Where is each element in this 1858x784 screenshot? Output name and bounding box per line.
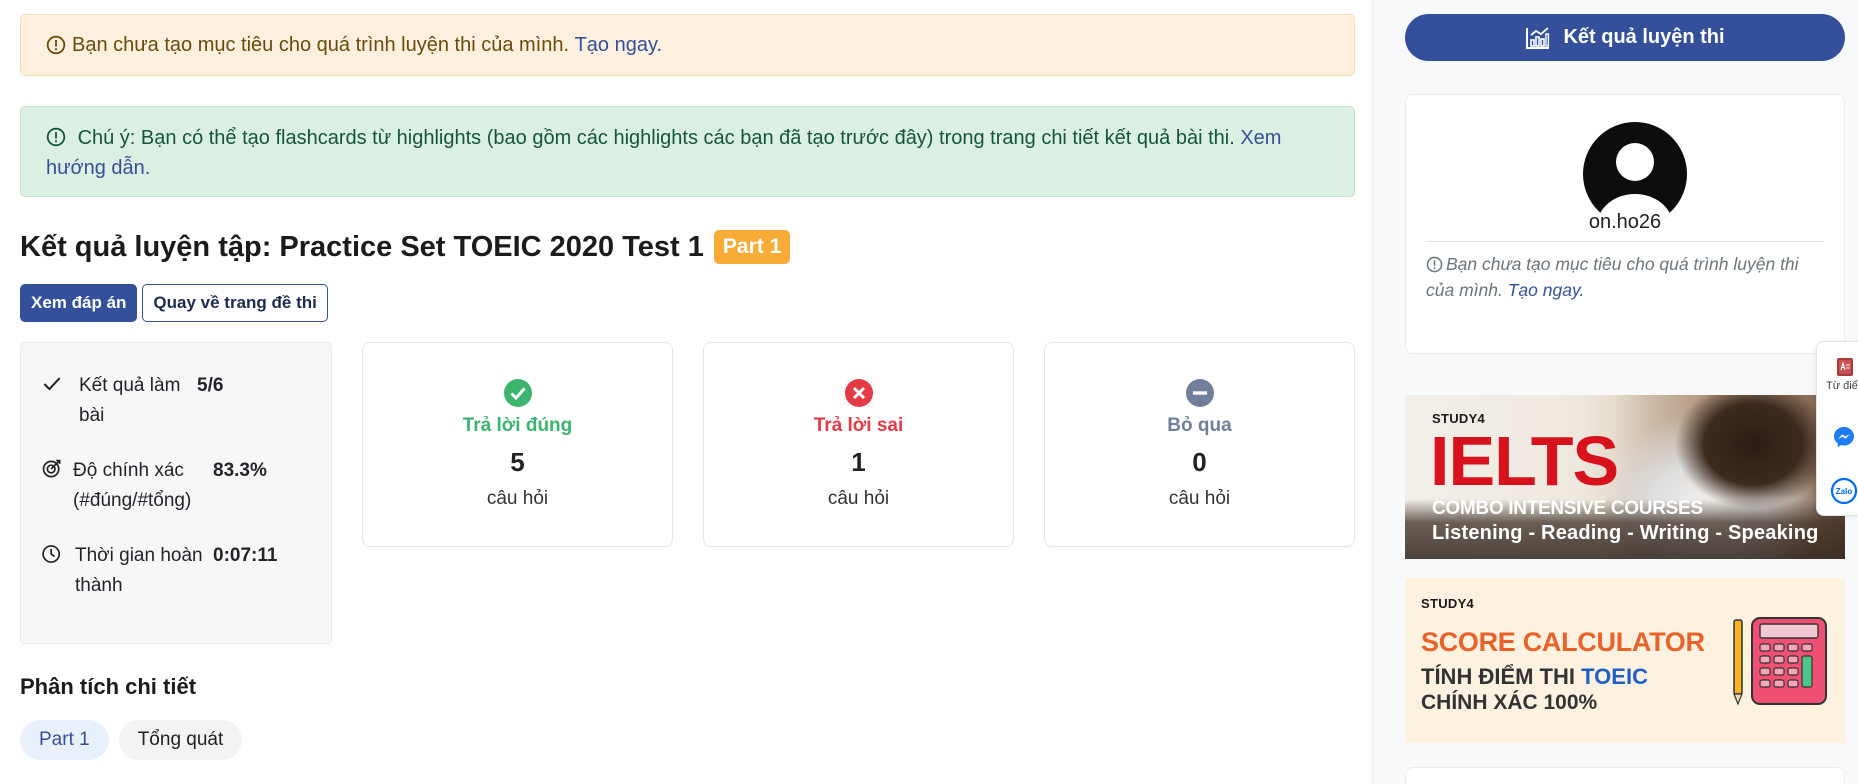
floating-tools: Từ điển Zalo — [1816, 341, 1858, 516]
score-brand: STUDY4 — [1421, 596, 1475, 611]
ielts-skills: Listening - Reading - Writing - Speaking — [1432, 522, 1819, 544]
goal-alert-text: Bạn chưa tạo mục tiêu cho quá trình luyệ… — [72, 34, 570, 56]
skipped-count: 0 — [1192, 447, 1207, 477]
back-to-test-button[interactable]: Quay về trang đề thi — [142, 284, 328, 322]
title-row: Kết quả luyện tập: Practice Set TOEIC 20… — [20, 230, 1355, 264]
dictionary-widget[interactable]: Từ điển — [1817, 356, 1858, 392]
calculator-icon — [1733, 617, 1827, 706]
svg-text:Zalo: Zalo — [1836, 487, 1853, 496]
score-title: SCORE CALCULATOR — [1421, 627, 1705, 657]
zalo-widget[interactable]: Zalo — [1817, 477, 1858, 505]
profile-goal-note: Bạn chưa tạo mục tiêu cho quá trình luyệ… — [1426, 251, 1830, 303]
summary-accuracy-label: Độ chính xác (#đúng/#tổng) — [73, 460, 192, 511]
tab-part-1[interactable]: Part 1 — [20, 720, 109, 760]
results-button[interactable]: Kết quả luyện thi — [1405, 14, 1845, 61]
messenger-widget[interactable] — [1817, 425, 1858, 449]
dictionary-icon — [1837, 358, 1853, 376]
username: on.ho26 — [1588, 211, 1662, 233]
summary-time: Thời gian hoàn thành 0:07:11 — [41, 541, 307, 601]
summary-time-value: 0:07:11 — [213, 545, 278, 566]
wrong-unit: câu hỏi — [827, 488, 890, 509]
note-alert: Chú ý: Bạn có thể tạo flashcards từ high… — [20, 106, 1355, 197]
summary-accuracy-value: 83.3% — [213, 460, 267, 481]
summary-result-label: Kết quả làm bài — [79, 375, 181, 426]
skipped-unit: câu hỏi — [1168, 488, 1231, 509]
dictionary-label: Từ điển — [1826, 380, 1858, 392]
part-badge: Part 1 — [713, 230, 791, 264]
results-button-label: Kết quả luyện thi — [1563, 26, 1725, 48]
skipped-label: Bỏ qua — [1167, 415, 1232, 436]
ielts-headline: IELTS — [1430, 422, 1619, 500]
correct-unit: câu hỏi — [486, 488, 549, 509]
analysis-tabs: Part 1 Tổng quát — [20, 720, 1355, 760]
x-circle-icon — [844, 379, 873, 407]
exclamation-circle-icon — [1426, 256, 1443, 273]
score-line-2-prefix: TÍNH ĐIỂM THI — [1421, 664, 1575, 689]
view-answers-button[interactable]: Xem đáp án — [20, 284, 138, 322]
sidebar-next-card — [1405, 767, 1845, 784]
summary-accuracy: Độ chính xác (#đúng/#tổng) 83.3% — [41, 456, 307, 516]
correct-label: Trả lời đúng — [462, 415, 573, 436]
exclamation-circle-icon — [46, 35, 66, 55]
correct-card: Trả lời đúng 5 câu hỏi — [362, 342, 673, 547]
score-line-2: TÍNH ĐIỂM THI TOEIC — [1421, 664, 1648, 690]
main-content: Bạn chưa tạo mục tiêu cho quá trình luyệ… — [20, 14, 1355, 760]
wrong-card: Trả lời sai 1 câu hỏi — [703, 342, 1014, 547]
chart-icon — [1526, 26, 1550, 49]
ielts-subtitle: COMBO INTENSIVE COURSES — [1432, 498, 1703, 519]
clock-icon — [42, 545, 61, 563]
profile-card: on.ho26 Bạn chưa tạo mục tiêu cho quá tr… — [1405, 94, 1845, 354]
skipped-card: Bỏ qua 0 câu hỏi — [1044, 342, 1355, 547]
profile-divider — [1426, 241, 1824, 242]
result-summary: Kết quả làm bài 5/6 Độ chính xác (#đúng/… — [20, 342, 332, 644]
score-line-3: CHÍNH XÁC 100% — [1421, 691, 1598, 714]
page-title: Kết quả luyện tập: Practice Set TOEIC 20… — [20, 230, 704, 263]
profile-create-goal-link[interactable]: Tạo ngay. — [1508, 280, 1585, 300]
score-line-2-highlight: TOEIC — [1581, 664, 1648, 689]
messenger-icon — [1834, 427, 1854, 447]
score-calculator-banner[interactable]: STUDY4 SCORE CALCULATOR TÍNH ĐIỂM THI TO… — [1405, 578, 1845, 743]
ielts-banner[interactable]: STUDY4 IELTS COMBO INTENSIVE COURSES Lis… — [1405, 395, 1845, 559]
action-buttons: Xem đáp án Quay về trang đề thi — [20, 284, 1355, 322]
correct-count: 5 — [510, 447, 525, 477]
wrong-label: Trả lời sai — [813, 415, 904, 436]
goal-alert: Bạn chưa tạo mục tiêu cho quá trình luyệ… — [20, 14, 1355, 76]
analysis-title: Phân tích chi tiết — [20, 674, 197, 699]
minus-circle-icon — [1185, 379, 1214, 407]
stats-row: Kết quả làm bài 5/6 Độ chính xác (#đúng/… — [20, 342, 1355, 644]
check-circle-icon — [503, 379, 532, 407]
create-goal-link[interactable]: Tạo ngay. — [575, 30, 662, 60]
profile-note-text: Bạn chưa tạo mục tiêu cho quá trình luyệ… — [1426, 254, 1799, 300]
target-icon — [42, 459, 61, 478]
summary-result: Kết quả làm bài 5/6 — [41, 371, 307, 431]
check-icon — [43, 377, 61, 391]
summary-time-label: Thời gian hoàn thành — [75, 545, 203, 596]
zalo-icon: Zalo — [1830, 477, 1858, 505]
exclamation-circle-icon — [46, 127, 66, 147]
note-alert-text: Chú ý: Bạn có thể tạo flashcards từ high… — [77, 127, 1235, 149]
summary-result-value: 5/6 — [197, 375, 224, 396]
tab-overview[interactable]: Tổng quát — [118, 720, 243, 760]
wrong-count: 1 — [851, 447, 866, 477]
